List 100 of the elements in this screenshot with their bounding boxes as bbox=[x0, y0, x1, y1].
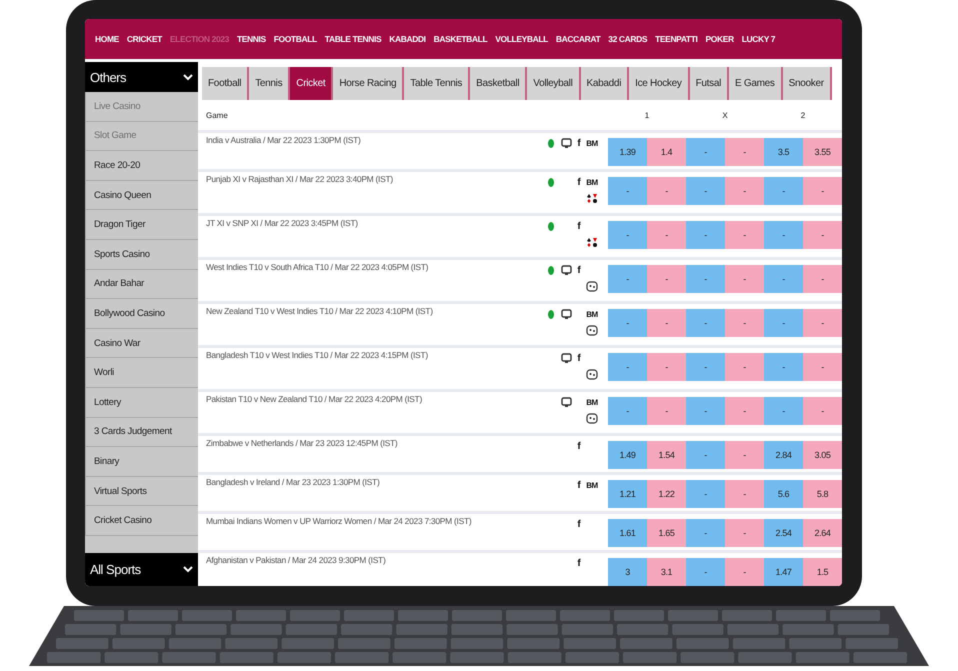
nav-link[interactable]: TABLE TENNIS bbox=[320, 34, 386, 44]
lay-odds-cell[interactable]: - bbox=[803, 221, 842, 249]
back-odds-cell[interactable]: 2.84 bbox=[764, 441, 803, 469]
sport-tab[interactable]: Futsal bbox=[690, 67, 730, 100]
nav-link[interactable]: BASKETBALL bbox=[430, 34, 492, 44]
match-link[interactable]: Pakistan T10 v New Zealand T10 / Mar 22 2023 4:20PM (IST) bbox=[198, 392, 544, 404]
lay-odds-cell[interactable]: - bbox=[725, 221, 764, 249]
sport-tab[interactable]: Football bbox=[202, 67, 250, 100]
sidebar-header[interactable]: Others bbox=[85, 62, 198, 92]
sidebar-item[interactable]: Race 20-20 bbox=[85, 151, 198, 181]
sidebar-item[interactable]: Virtual Sports bbox=[85, 476, 198, 506]
lay-odds-cell[interactable]: - bbox=[803, 265, 842, 293]
back-odds-cell[interactable]: 1.39 bbox=[608, 138, 647, 166]
lay-odds-cell[interactable]: - bbox=[725, 265, 764, 293]
sidebar-header[interactable]: All Sports bbox=[85, 553, 198, 586]
lay-odds-cell[interactable]: - bbox=[725, 353, 764, 381]
back-odds-cell[interactable]: - bbox=[764, 177, 803, 205]
match-link[interactable]: New Zealand T10 v West Indies T10 / Mar 22 2023 4:10PM (IST) bbox=[198, 304, 544, 316]
back-odds-cell[interactable]: - bbox=[608, 309, 647, 337]
lay-odds-cell[interactable]: - bbox=[647, 353, 686, 381]
nav-link[interactable]: TENNIS bbox=[232, 34, 270, 44]
lay-odds-cell[interactable]: 3.55 bbox=[803, 138, 842, 166]
back-odds-cell[interactable]: - bbox=[608, 265, 647, 293]
lay-odds-cell[interactable]: - bbox=[647, 265, 686, 293]
back-odds-cell[interactable]: - bbox=[686, 138, 725, 166]
lay-odds-cell[interactable]: - bbox=[647, 397, 686, 425]
sidebar-item[interactable]: Lottery bbox=[85, 388, 198, 418]
lay-odds-cell[interactable]: - bbox=[725, 558, 764, 586]
nav-link[interactable]: CRICKET bbox=[122, 34, 166, 44]
sport-tab[interactable]: Kabaddi bbox=[580, 67, 630, 100]
lay-odds-cell[interactable]: 5.8 bbox=[803, 480, 842, 508]
lay-odds-cell[interactable]: - bbox=[725, 480, 764, 508]
back-odds-cell[interactable]: - bbox=[764, 353, 803, 381]
nav-link[interactable]: POKER bbox=[701, 34, 738, 44]
lay-odds-cell[interactable]: 3.1 bbox=[647, 558, 686, 586]
match-link[interactable]: Afghanistan v Pakistan / Mar 24 2023 9:30PM (IST) bbox=[198, 553, 544, 565]
lay-odds-cell[interactable]: - bbox=[803, 309, 842, 337]
sidebar-item[interactable]: Dragon Tiger bbox=[85, 210, 198, 240]
lay-odds-cell[interactable]: - bbox=[725, 441, 764, 469]
lay-odds-cell[interactable]: - bbox=[725, 397, 764, 425]
back-odds-cell[interactable]: - bbox=[686, 558, 725, 586]
lay-odds-cell[interactable]: 1.4 bbox=[647, 138, 686, 166]
match-link[interactable]: Bangladesh v Ireland / Mar 23 2023 1:30PM (IST) bbox=[198, 475, 544, 487]
back-odds-cell[interactable]: 1.21 bbox=[608, 480, 647, 508]
sport-tab[interactable]: Table Tennis bbox=[404, 67, 470, 100]
back-odds-cell[interactable]: - bbox=[686, 265, 725, 293]
lay-odds-cell[interactable]: - bbox=[725, 519, 764, 547]
back-odds-cell[interactable]: - bbox=[686, 441, 725, 469]
match-link[interactable]: Punjab XI v Rajasthan XI / Mar 22 2023 3:40PM (IST) bbox=[198, 172, 544, 184]
sport-tab[interactable]: Tennis bbox=[249, 67, 290, 100]
sidebar-item[interactable]: Casino War bbox=[85, 328, 198, 358]
back-odds-cell[interactable]: 5.6 bbox=[764, 480, 803, 508]
back-odds-cell[interactable]: - bbox=[608, 221, 647, 249]
sidebar-item[interactable]: Casino Queen bbox=[85, 180, 198, 210]
lay-odds-cell[interactable]: 1.65 bbox=[647, 519, 686, 547]
match-link[interactable]: Zimbabwe v Netherlands / Mar 23 2023 12:45PM (IST) bbox=[198, 436, 544, 448]
nav-link[interactable]: FOOTBALL bbox=[270, 34, 321, 44]
nav-link[interactable]: TEENPATTI bbox=[651, 34, 702, 44]
sidebar-item[interactable]: Worli bbox=[85, 358, 198, 388]
match-link[interactable]: JT XI v SNP XI / Mar 22 2023 3:45PM (IST) bbox=[198, 216, 544, 228]
back-odds-cell[interactable]: 3 bbox=[608, 558, 647, 586]
back-odds-cell[interactable]: - bbox=[686, 397, 725, 425]
sport-tab[interactable]: Snooker bbox=[782, 67, 832, 100]
back-odds-cell[interactable]: 3.5 bbox=[764, 138, 803, 166]
sidebar-item[interactable]: 3 Cards Judgement bbox=[85, 418, 198, 448]
back-odds-cell[interactable]: - bbox=[764, 221, 803, 249]
nav-link[interactable]: BACCARAT bbox=[552, 34, 604, 44]
lay-odds-cell[interactable]: 1.22 bbox=[647, 480, 686, 508]
sport-tab[interactable]: Basketball bbox=[470, 67, 528, 100]
lay-odds-cell[interactable]: - bbox=[647, 309, 686, 337]
back-odds-cell[interactable]: - bbox=[764, 397, 803, 425]
lay-odds-cell[interactable]: - bbox=[647, 221, 686, 249]
back-odds-cell[interactable]: 1.61 bbox=[608, 519, 647, 547]
sidebar-item[interactable]: Andar Bahar bbox=[85, 270, 198, 300]
back-odds-cell[interactable]: - bbox=[686, 480, 725, 508]
back-odds-cell[interactable]: - bbox=[686, 221, 725, 249]
back-odds-cell[interactable]: - bbox=[608, 177, 647, 205]
lay-odds-cell[interactable]: 2.64 bbox=[803, 519, 842, 547]
back-odds-cell[interactable]: 2.54 bbox=[764, 519, 803, 547]
lay-odds-cell[interactable]: - bbox=[725, 138, 764, 166]
lay-odds-cell[interactable]: 1.5 bbox=[803, 558, 842, 586]
lay-odds-cell[interactable]: - bbox=[725, 309, 764, 337]
back-odds-cell[interactable]: - bbox=[686, 353, 725, 381]
back-odds-cell[interactable]: - bbox=[608, 353, 647, 381]
sport-tab[interactable]: Ice Hockey bbox=[629, 67, 690, 100]
lay-odds-cell[interactable]: - bbox=[647, 177, 686, 205]
lay-odds-cell[interactable]: - bbox=[803, 353, 842, 381]
match-link[interactable]: India v Australia / Mar 22 2023 1:30PM (IST) bbox=[198, 133, 544, 145]
sidebar-item[interactable]: Binary bbox=[85, 447, 198, 477]
lay-odds-cell[interactable]: 3.05 bbox=[803, 441, 842, 469]
sport-tab[interactable]: Volleyball bbox=[527, 67, 581, 100]
back-odds-cell[interactable]: - bbox=[764, 265, 803, 293]
back-odds-cell[interactable]: 1.47 bbox=[764, 558, 803, 586]
sidebar-item[interactable]: Bollywood Casino bbox=[85, 299, 198, 329]
sidebar-item[interactable]: Sports Casino bbox=[85, 240, 198, 270]
back-odds-cell[interactable]: 1.49 bbox=[608, 441, 647, 469]
lay-odds-cell[interactable]: 1.54 bbox=[647, 441, 686, 469]
sport-tab[interactable]: Cricket bbox=[290, 67, 334, 100]
back-odds-cell[interactable]: - bbox=[686, 309, 725, 337]
back-odds-cell[interactable]: - bbox=[686, 177, 725, 205]
